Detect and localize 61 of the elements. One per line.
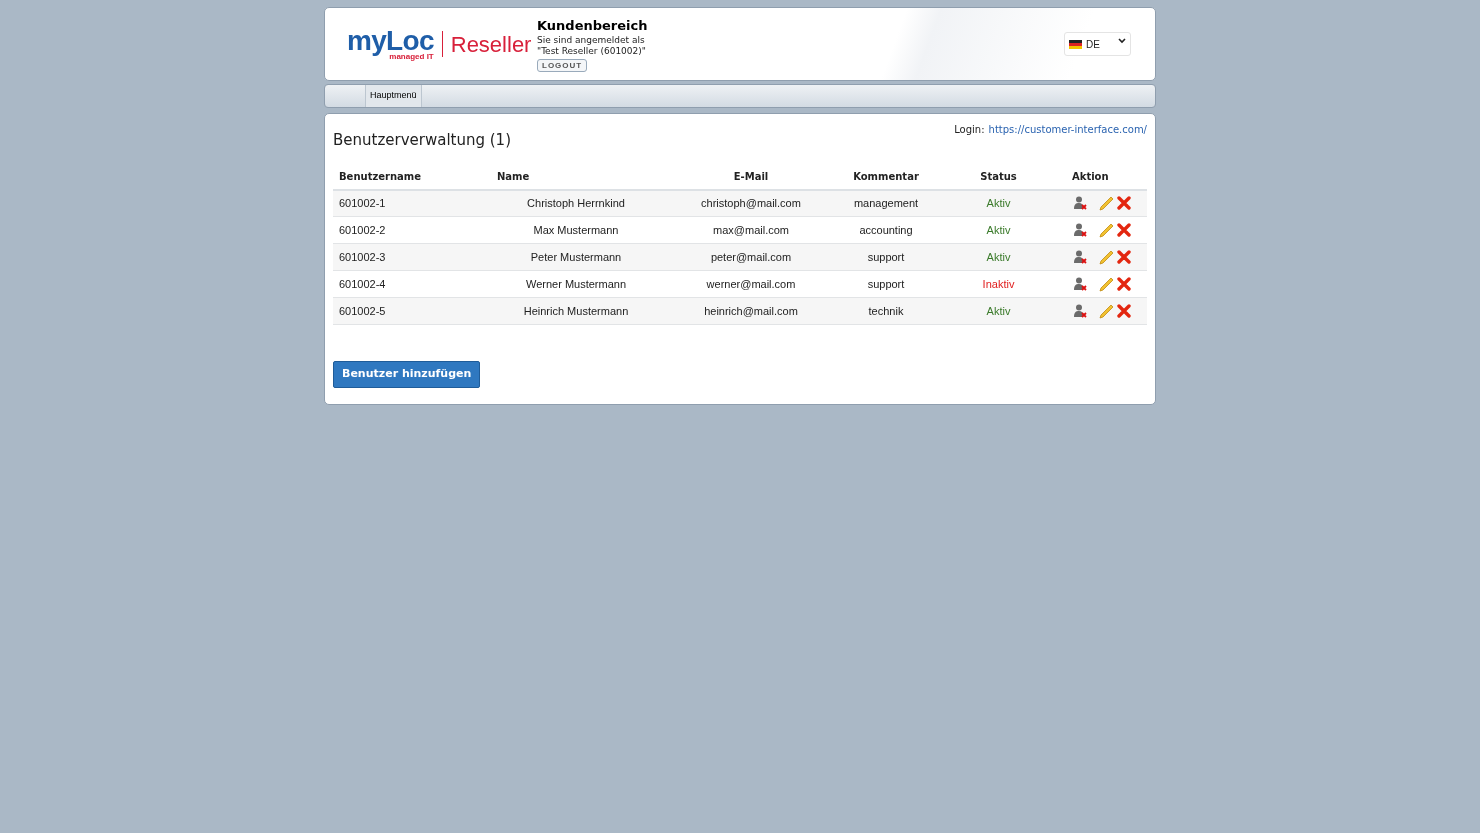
pencil-icon[interactable] <box>1099 222 1114 238</box>
login-label: Login: <box>954 123 985 137</box>
table-cell: 601002-2 <box>339 223 386 236</box>
pencil-icon[interactable] <box>1099 195 1114 211</box>
add-user-button[interactable]: Benutzer hinzufügen <box>333 361 481 388</box>
status-text: Inaktiv <box>982 277 1015 290</box>
chevron-down-icon <box>1118 38 1126 44</box>
logo-wordmark: myLoc <box>347 27 434 55</box>
product-name: Reseller <box>450 30 532 59</box>
table-cell: support <box>867 277 905 290</box>
nav-tab[interactable]: Hauptmenü <box>365 85 422 107</box>
table-cell: support <box>867 250 905 263</box>
pencil-icon[interactable] <box>1099 276 1114 292</box>
logout-button[interactable]: LOGOUT <box>537 59 588 73</box>
status-text: Aktiv <box>986 223 1011 236</box>
flag-icon <box>1069 39 1082 49</box>
login-info-text: Sie sind angemeldet als <box>537 35 645 47</box>
table-cell: accounting <box>859 223 913 236</box>
user-remove-icon[interactable] <box>1074 277 1087 291</box>
section-title: Kundenbereich <box>537 16 648 35</box>
table-cell: 601002-3 <box>339 250 386 263</box>
status-text: Aktiv <box>986 197 1011 209</box>
table-cell: heinrich@mail.com <box>704 304 798 317</box>
pencil-icon[interactable] <box>1099 249 1114 265</box>
user-remove-icon[interactable] <box>1074 196 1087 211</box>
column-header: E-Mail <box>733 170 769 182</box>
column-header: Kommentar <box>853 170 919 182</box>
table-cell: max@mail.com <box>713 223 789 236</box>
table-cell: Max Mustermann <box>533 223 619 236</box>
delete-icon[interactable] <box>1117 223 1131 237</box>
table-cell: Peter Mustermann <box>530 250 622 263</box>
status-text: Aktiv <box>986 250 1011 263</box>
table-cell: Heinrich Mustermann <box>523 304 629 317</box>
column-header: Benutzername <box>339 170 422 182</box>
delete-icon[interactable] <box>1117 250 1131 264</box>
login-info-text: "Test Reseller (601002)" <box>537 46 646 58</box>
table-cell: technik <box>868 304 904 317</box>
table-cell: Werner Mustermann <box>525 277 627 290</box>
table-cell: 601002-4 <box>339 277 386 290</box>
column-header: Name <box>497 170 530 182</box>
user-remove-icon[interactable] <box>1074 250 1087 264</box>
page-title: Benutzerverwaltung (1) <box>333 130 511 151</box>
table-cell: christoph@mail.com <box>701 197 801 209</box>
table-cell: werner@mail.com <box>706 277 796 290</box>
table-cell: management <box>853 197 919 209</box>
column-header: Status <box>980 170 1017 182</box>
delete-icon[interactable] <box>1117 304 1131 318</box>
status-text: Aktiv <box>986 304 1011 317</box>
pencil-icon[interactable] <box>1099 303 1114 319</box>
delete-icon[interactable] <box>1117 277 1131 291</box>
table-cell: 601002-5 <box>339 304 386 317</box>
table-cell: Christoph Herrnkind <box>527 197 625 209</box>
table-cell: peter@mail.com <box>710 250 792 263</box>
login-url-link[interactable]: https://customer-interface.com/ <box>988 122 1147 137</box>
user-remove-icon[interactable] <box>1074 223 1087 237</box>
column-header: Aktion <box>1072 170 1109 182</box>
delete-icon[interactable] <box>1117 196 1131 211</box>
logo-tagline: managed IT <box>389 53 434 61</box>
table-cell: 601002-1 <box>339 197 386 209</box>
user-remove-icon[interactable] <box>1074 304 1087 318</box>
language-select[interactable]: DE <box>1064 32 1131 56</box>
